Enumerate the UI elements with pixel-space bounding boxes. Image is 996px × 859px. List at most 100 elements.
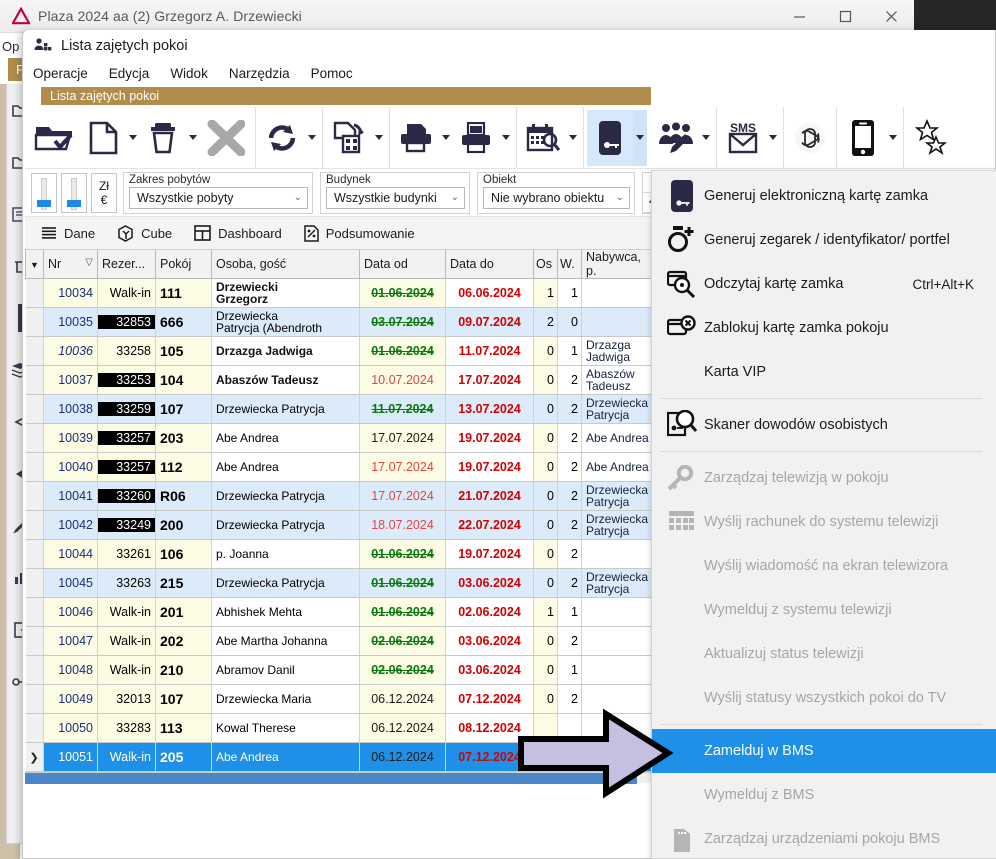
row-selector[interactable] xyxy=(25,684,44,714)
table-row[interactable]: 10041 33260 R06 Drzewiecka Patrycja 17.07.20… xyxy=(25,481,654,511)
table-row[interactable]: 10039 33257 203 Abe Andrea 17.07.2024 19.07.2… xyxy=(25,423,654,453)
menu-item[interactable]: Generuj zegarek / identyfikator/ portfel xyxy=(652,218,996,262)
header-rezerwacja[interactable]: Rezer... xyxy=(97,250,156,279)
currency-eur[interactable]: € xyxy=(101,193,108,207)
header-osoba[interactable]: Osoba, gość xyxy=(211,250,360,279)
fax-chevron-down-icon[interactable] xyxy=(499,110,513,166)
tab-dashboard[interactable]: Dashboard xyxy=(194,225,282,241)
row-selector[interactable] xyxy=(25,452,44,482)
export-chevron-down-icon[interactable] xyxy=(372,110,386,166)
slider-control-1[interactable] xyxy=(31,172,57,213)
guests-edit-icon[interactable] xyxy=(653,110,699,166)
keycard-dropdown-menu[interactable]: Generuj elektroniczną kartę zamka Generuj… xyxy=(651,170,996,859)
guests-chevron-down-icon[interactable] xyxy=(699,110,713,166)
maximize-icon[interactable] xyxy=(822,0,868,33)
header-nr[interactable]: Nr ▽ xyxy=(43,250,98,279)
table-row[interactable]: 10042 33249 200 Drzewiecka Patrycja 18.07.20… xyxy=(25,510,654,540)
horizontal-scrollbar[interactable] xyxy=(25,772,653,784)
table-row[interactable]: 10038 33259 107 Drzewiecka Patrycja 11.07.20… xyxy=(25,394,654,424)
table-row[interactable]: 10037 33253 104 Abaszów Tadeusz 10.07.2024 17… xyxy=(25,365,654,395)
minimize-icon[interactable] xyxy=(776,0,822,33)
menu-item[interactable]: Karta VIP xyxy=(652,350,996,394)
row-selector[interactable] xyxy=(25,539,44,569)
row-selector[interactable] xyxy=(25,597,44,627)
slider-thumb[interactable] xyxy=(67,199,81,207)
header-data-do[interactable]: Data do xyxy=(445,250,534,279)
sms-envelope-icon[interactable]: SMS xyxy=(720,110,766,166)
print-chevron-down-icon[interactable] xyxy=(439,110,453,166)
menubar[interactable]: Operacje Edycja Widok Narzędzia Pomoc xyxy=(23,61,995,85)
printer-icon[interactable] xyxy=(393,110,439,166)
currency-pln[interactable]: Zł xyxy=(99,179,109,193)
close-icon[interactable] xyxy=(868,0,914,33)
smartphone-icon[interactable] xyxy=(840,110,886,166)
building-select[interactable]: Wszystkie budynki ⌄ xyxy=(326,186,465,209)
stay-range-select[interactable]: Wszystkie pobyty ⌄ xyxy=(129,186,308,209)
calendar-chevron-down-icon[interactable] xyxy=(566,110,580,166)
header-w[interactable]: W. xyxy=(557,250,582,279)
row-selector[interactable] xyxy=(25,336,44,366)
document-tab[interactable]: Lista zajętych pokoi xyxy=(41,87,651,105)
folder-open-icon[interactable] xyxy=(28,110,80,166)
table-row[interactable]: 10035 32853 666 Drzewiecka Patrycja (Abendro… xyxy=(25,307,654,337)
table-row[interactable]: 10046 Walk-in 201 Abhishek Mehta 01.06.2024 0… xyxy=(25,597,654,627)
sms-chevron-down-icon[interactable] xyxy=(766,110,780,166)
header-nabywca[interactable]: Nabywca, p. xyxy=(581,250,654,279)
header-data-od[interactable]: Data od xyxy=(359,250,446,279)
currency-toggle[interactable]: Zł € xyxy=(91,172,117,213)
row-selector[interactable] xyxy=(25,510,44,540)
slider-thumb[interactable] xyxy=(37,199,51,207)
trash-icon[interactable] xyxy=(140,110,186,166)
menu-pomoc[interactable]: Pomoc xyxy=(311,66,353,81)
row-selector[interactable] xyxy=(25,481,44,511)
row-selector[interactable] xyxy=(25,626,44,656)
row-selector[interactable] xyxy=(25,278,44,308)
table-row[interactable]: 10040 33257 112 Abe Andrea 17.07.2024 19.07.2… xyxy=(25,452,654,482)
fax-report-icon[interactable] xyxy=(453,110,499,166)
table-row[interactable]: 10048 Walk-in 210 Abramov Danil 02.06.2024 03… xyxy=(25,655,654,685)
table-row[interactable]: 10049 32013 107 Drzewiecka Maria 06.12.2024 0… xyxy=(25,684,654,714)
header-pokoj[interactable]: Pokój xyxy=(155,250,212,279)
row-selector[interactable] xyxy=(25,713,44,743)
keycard-chevron-down-icon[interactable] xyxy=(633,109,647,166)
table-row[interactable]: ❯ 10051 Walk-in 205 Abe Andrea 06.12.2024 07.1… xyxy=(25,742,654,772)
row-selector[interactable] xyxy=(25,307,44,337)
row-selector[interactable]: ❯ xyxy=(25,742,44,772)
row-selector[interactable] xyxy=(25,568,44,598)
toolbar[interactable]: SMS xyxy=(25,107,995,169)
table-row[interactable]: 10045 33263 215 Drzewiecka Patrycja 01.06.20… xyxy=(25,568,654,598)
header-os[interactable]: Os xyxy=(533,250,558,279)
menu-widok[interactable]: Widok xyxy=(170,66,208,81)
menu-item[interactable]: Generuj elektroniczną kartę zamka xyxy=(652,174,996,218)
row-selector[interactable] xyxy=(25,394,44,424)
occupied-rooms-grid[interactable]: ▼ Nr ▽ Rezer... Pokój Osoba, gość Data o… xyxy=(25,250,654,784)
trash-chevron-down-icon[interactable] xyxy=(186,110,200,166)
table-row[interactable]: 10047 Walk-in 202 Abe Martha Johanna 02.06.2… xyxy=(25,626,654,656)
menu-item[interactable]: Zablokuj kartę zamka pokoju xyxy=(652,306,996,350)
menu-item[interactable]: Zamelduj w BMS xyxy=(652,729,996,773)
new-document-chevron-down-icon[interactable] xyxy=(126,110,140,166)
table-row[interactable]: 10050 33283 113 Kowal Therese 06.12.2024 08.1… xyxy=(25,713,654,743)
table-row[interactable]: 10036 33258 105 Drzazga Jadwiga 01.06.2024 11… xyxy=(25,336,654,366)
tab-dane[interactable]: Dane xyxy=(41,225,95,241)
slider-control-2[interactable] xyxy=(61,172,87,213)
menu-narzedzia[interactable]: Narzędzia xyxy=(229,66,290,81)
row-selector[interactable] xyxy=(25,655,44,685)
row-selector[interactable] xyxy=(25,423,44,453)
document-qr-icon[interactable] xyxy=(326,110,372,166)
menu-operacje[interactable]: Operacje xyxy=(33,66,88,81)
scrollbar-thumb[interactable] xyxy=(25,773,637,784)
key-card-icon[interactable] xyxy=(587,109,633,166)
refresh-chevron-down-icon[interactable] xyxy=(305,110,319,166)
new-document-icon[interactable] xyxy=(80,110,126,166)
menu-item[interactable]: Skaner dowodów osobistych xyxy=(652,403,996,447)
stars-icon[interactable] xyxy=(907,110,953,166)
object-select[interactable]: Nie wybrano obiektu ⌄ xyxy=(483,186,630,209)
openai-icon[interactable] xyxy=(787,110,833,166)
table-row[interactable]: 10034 Walk-in 111 Drzewiecki Grzegorz 01.06.2… xyxy=(25,278,654,308)
table-row[interactable]: 10044 33261 106 p. Joanna 01.06.2024 19.07.20… xyxy=(25,539,654,569)
refresh-icon[interactable] xyxy=(259,110,305,166)
menu-item[interactable]: Odczytaj kartę zamka Ctrl+Alt+K xyxy=(652,262,996,306)
row-selector[interactable] xyxy=(25,365,44,395)
calendar-search-icon[interactable] xyxy=(520,110,566,166)
